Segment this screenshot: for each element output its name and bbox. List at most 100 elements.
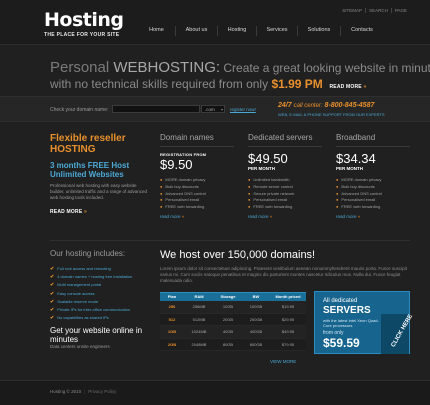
table-cell: 1024MB <box>191 329 207 334</box>
includes-item[interactable]: ✔ Scalable reserve mode <box>50 298 150 306</box>
table-cell: 1GB <box>167 329 177 334</box>
table-row[interactable]: 1GB 1024MB 40GB 400GB $49.95 <box>160 326 306 339</box>
plan-read-more-link[interactable]: read more » <box>248 214 322 219</box>
promo-line3: with the latest Intel Xeon Quad-Core pro… <box>323 318 379 328</box>
logo[interactable]: Hosting THE PLACE FOR YOUR SITE <box>44 11 124 39</box>
plan-feature-list: ● Unlimited bandwidth ● Remote server cont… <box>248 177 322 211</box>
plan-feature-text: Bulk buy discounts <box>165 183 199 189</box>
call-center: 24/7 call center: 8-800-845-4587 <box>278 102 374 109</box>
bullet-icon: ● <box>336 204 339 210</box>
plan-feature-text: Advanced DNS control <box>341 190 382 196</box>
plan-feature-text: FREE web forwarding <box>253 204 293 210</box>
dedicated-servers-promo[interactable]: All dedicated SERVERS with the latest In… <box>314 291 414 354</box>
chevron-down-icon: ▾ <box>220 107 223 112</box>
includes-item[interactable]: ✔ Private IPs for inter-office communicat… <box>50 306 150 314</box>
domain-search-input[interactable] <box>112 105 200 113</box>
register-now-link[interactable]: register now! <box>230 107 256 112</box>
site-header: Hosting THE PLACE FOR YOUR SITE SITEMAP … <box>0 0 430 45</box>
view-more-link[interactable]: VIEW MORE <box>270 359 296 364</box>
plan-feature-text: MORE domain privacy <box>341 177 382 182</box>
reseller-read-more-link[interactable]: READ MORE » <box>50 209 150 215</box>
bullet-icon: ● <box>248 177 251 182</box>
table-cell: 80GB <box>222 341 234 347</box>
plan-read-more-link[interactable]: read more » <box>336 214 410 219</box>
utility-link-page[interactable]: PAGE <box>390 8 410 13</box>
plan-price: $34.34 <box>336 151 376 166</box>
pricing-table-body: 256 256MB 10GB 100GB $19.95 512 512MB 20… <box>160 301 306 351</box>
includes-item[interactable]: ✔ 4 domain names + hosting free installat… <box>50 273 150 281</box>
table-cell: 100GB <box>249 304 263 309</box>
includes-item-text: No capabilities as shared IPs <box>57 315 109 321</box>
table-row[interactable]: 2GB 2048MB 80GB 800GB $79.95 <box>160 338 306 351</box>
bullet-icon: ● <box>160 204 163 210</box>
footer-separator: | <box>84 389 86 394</box>
includes-item[interactable]: ✔ Easy console access <box>50 290 150 298</box>
bullet-icon: ● <box>248 190 251 196</box>
online-subtitle: Data centers onsite engineers <box>50 344 110 350</box>
plan-feature: ● FREE web forwarding <box>336 204 410 211</box>
check-icon: ✔ <box>50 298 55 305</box>
click-here-ribbon[interactable]: CLICK HERE <box>381 314 414 354</box>
includes-item[interactable]: ✔ No capabilities as shared IPs <box>50 314 150 322</box>
tld-select[interactable]: .com ▾ <box>201 105 225 113</box>
includes-item-text: Multi management portal <box>57 282 102 288</box>
plan-feature-text: Remote server control <box>253 183 293 189</box>
check-icon: ✔ <box>50 290 55 297</box>
hero-title-highlight: WEBHOSTING: <box>113 59 221 76</box>
domain-search-label: Check your domain name: <box>50 107 109 113</box>
plan-feature: ● Unlimited bandwidth <box>248 177 322 184</box>
plan-period: PER MONTH <box>248 166 275 171</box>
check-icon: ✔ <box>50 315 55 322</box>
reseller-promo: 3 months FREE Host Unlimited Websites <box>50 161 130 179</box>
check-icon: ✔ <box>50 307 55 314</box>
bullet-icon: ● <box>248 197 251 203</box>
includes-item[interactable]: ✔ Multi management portal <box>50 281 150 289</box>
bullet-icon: ● <box>160 183 163 189</box>
tld-select-value: .com <box>205 107 215 112</box>
call-center-phone[interactable]: 8-800-845-4587 <box>325 102 375 109</box>
table-row[interactable]: 256 256MB 10GB 100GB $19.95 <box>160 301 306 314</box>
plan-feature: ● MORE domain privacy <box>160 177 234 184</box>
utility-link-search[interactable]: SEARCH <box>365 8 391 13</box>
pricing-table: Plan RAM Storage BW Month priced 256 256… <box>160 292 306 351</box>
promo-line1: All dedicated <box>323 298 358 304</box>
footer-copyright: Hosting © 2010 | Privacy Policy <box>50 389 116 394</box>
call-center-subtitle: WEB, E-MAIL & PHONE SUPPORT FROM OUR EXP… <box>278 112 385 117</box>
nav-item-solutions[interactable]: Solutions <box>298 26 340 36</box>
bullet-icon: ● <box>336 190 339 196</box>
arrow-right-icon: » <box>363 84 367 90</box>
plan-feature-text: Unlimited bandwidth <box>253 177 290 182</box>
hero-read-more-link[interactable]: READ MORE » <box>329 84 366 90</box>
plan-feature: ● Personalised email <box>160 197 234 204</box>
plan-price: $9.50 <box>160 157 193 172</box>
reseller-read-more-label: READ MORE <box>50 209 83 215</box>
nav-item-hosting[interactable]: Hosting <box>218 26 256 36</box>
nav-item-about[interactable]: About us <box>176 26 217 36</box>
check-icon: ✔ <box>50 282 55 289</box>
table-cell: $49.95 <box>281 329 295 334</box>
includes-item[interactable]: ✔ Full root access and rebooting <box>50 265 150 273</box>
section-divider <box>50 240 410 241</box>
table-cell: 2GB <box>167 341 177 347</box>
arrow-right-icon: » <box>269 213 273 219</box>
plan-feature: ● Personalised email <box>336 197 410 204</box>
plan-feature-text: FREE web forwarding <box>165 204 205 210</box>
plan-feature-text: Advanced DNS control <box>165 190 206 196</box>
table-row[interactable]: 512 512MB 20GB 200GB $29.95 <box>160 313 306 326</box>
online-title: Get your website online in minutes <box>50 326 143 345</box>
arrow-right-icon: » <box>357 213 361 219</box>
table-cell: $19.95 <box>281 304 295 309</box>
plan-read-more-link[interactable]: read more » <box>160 214 234 219</box>
domains-text: Lorem ipsum dolor sit consectetuer adipi… <box>160 266 407 283</box>
nav-item-contacts[interactable]: Contacts <box>341 26 383 36</box>
utility-link-sitemap[interactable]: SITEMAP <box>339 8 365 13</box>
site-footer: Hosting © 2010 | Privacy Policy <box>0 380 430 405</box>
nav-item-services[interactable]: Services <box>257 26 297 36</box>
plan-feature: ● Advanced DNS control <box>336 191 410 198</box>
privacy-policy-link[interactable]: Privacy Policy <box>88 389 116 394</box>
nav-item-home[interactable]: Home <box>138 26 175 36</box>
plan-feature: ● Advanced DNS control <box>160 191 234 198</box>
ribbon-label: CLICK HERE <box>390 313 415 349</box>
hero-price: $1.99 PM <box>271 77 323 91</box>
includes-item-text: Easy console access <box>57 290 95 296</box>
